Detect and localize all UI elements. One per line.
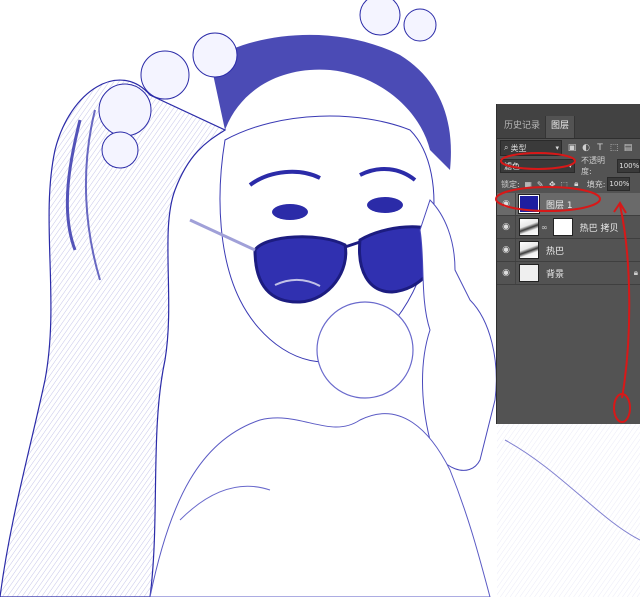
lock-transparency-icon[interactable]: ▦	[524, 180, 533, 189]
filter-row: ⌕ 类型 ▾ ▣ ◐ T ⬚ ▤	[497, 139, 640, 157]
chevron-down-icon: ▾	[568, 162, 573, 170]
lock-position-icon[interactable]: ✥	[548, 180, 557, 189]
layers-panel: 历史记录 图层 ⌕ 类型 ▾ ▣ ◐ T ⬚ ▤ 滤色 ▾ 不透明度: 100%…	[497, 104, 640, 424]
blend-mode-value: 滤色	[504, 161, 520, 171]
smart-object-filter-icon[interactable]: ▤	[624, 143, 633, 153]
bubble	[316, 301, 414, 399]
shape-filter-icon[interactable]: ⬚	[610, 143, 619, 153]
layer-thumbnail	[518, 194, 540, 214]
filter-kind-select[interactable]: ⌕ 类型 ▾	[500, 140, 562, 156]
lock-artboard-icon[interactable]: ⬚	[560, 180, 569, 189]
tab-layers[interactable]: 图层	[546, 116, 576, 138]
layer-thumbnail	[519, 218, 539, 236]
layer-thumbnail	[519, 241, 539, 259]
layer-row-layer1[interactable]: ◉ 图层 1	[497, 193, 640, 216]
opacity-input[interactable]: 100%	[617, 159, 640, 173]
layer-row-background[interactable]: ◉ 背景 🔒︎	[497, 262, 640, 285]
blend-row: 滤色 ▾ 不透明度: 100%	[497, 156, 640, 176]
opacity-label: 不透明度:	[581, 156, 606, 176]
fill-input[interactable]: 100%	[607, 177, 631, 191]
lock-row: 锁定: ▦ ✎ ✥ ⬚ 🔒︎ 填充: 100%	[497, 175, 640, 194]
layer-thumbnail	[519, 264, 539, 282]
eye-icon[interactable]: ◉	[497, 245, 515, 255]
search-icon: ⌕	[504, 143, 509, 152]
lock-icon: 🔒︎	[633, 268, 638, 277]
chevron-down-icon: ▾	[555, 144, 559, 152]
text-filter-icon[interactable]: T	[596, 143, 604, 153]
layer-name[interactable]: 热巴 拷贝	[580, 221, 619, 234]
layer-name[interactable]: 背景	[546, 267, 564, 280]
blend-mode-select[interactable]: 滤色 ▾	[500, 159, 576, 173]
panel-tabs: 历史记录 图层	[497, 104, 640, 139]
lock-all-icon[interactable]: 🔒︎	[572, 179, 581, 189]
eye-icon[interactable]: ◉	[497, 222, 515, 232]
eye-icon[interactable]: ◉	[497, 268, 515, 278]
eye-icon[interactable]: ◉	[497, 199, 515, 209]
layer-name[interactable]: 图层 1	[546, 198, 573, 211]
layer-row-rebar-copy[interactable]: ◉ ∞ 热巴 拷贝	[497, 216, 640, 239]
filter-kind-label: 类型	[510, 143, 527, 153]
layer-name[interactable]: 热巴	[546, 244, 564, 257]
mask-thumbnail	[552, 218, 573, 236]
lock-pixels-icon[interactable]: ✎	[536, 180, 545, 189]
adjustment-filter-icon[interactable]: ◐	[582, 143, 590, 153]
layer-row-rebar[interactable]: ◉ 热巴	[497, 239, 640, 262]
tab-history[interactable]: 历史记录	[499, 116, 547, 138]
image-filter-icon[interactable]: ▣	[568, 143, 577, 153]
layer-list: ◉ 图层 1 ◉ ∞ 热巴 拷贝 ◉ 热巴 ◉ 背景 🔒︎	[497, 193, 640, 285]
link-icon: ∞	[541, 222, 548, 232]
fill-label: 填充:	[586, 179, 606, 189]
lock-label: 锁定:	[501, 179, 520, 189]
